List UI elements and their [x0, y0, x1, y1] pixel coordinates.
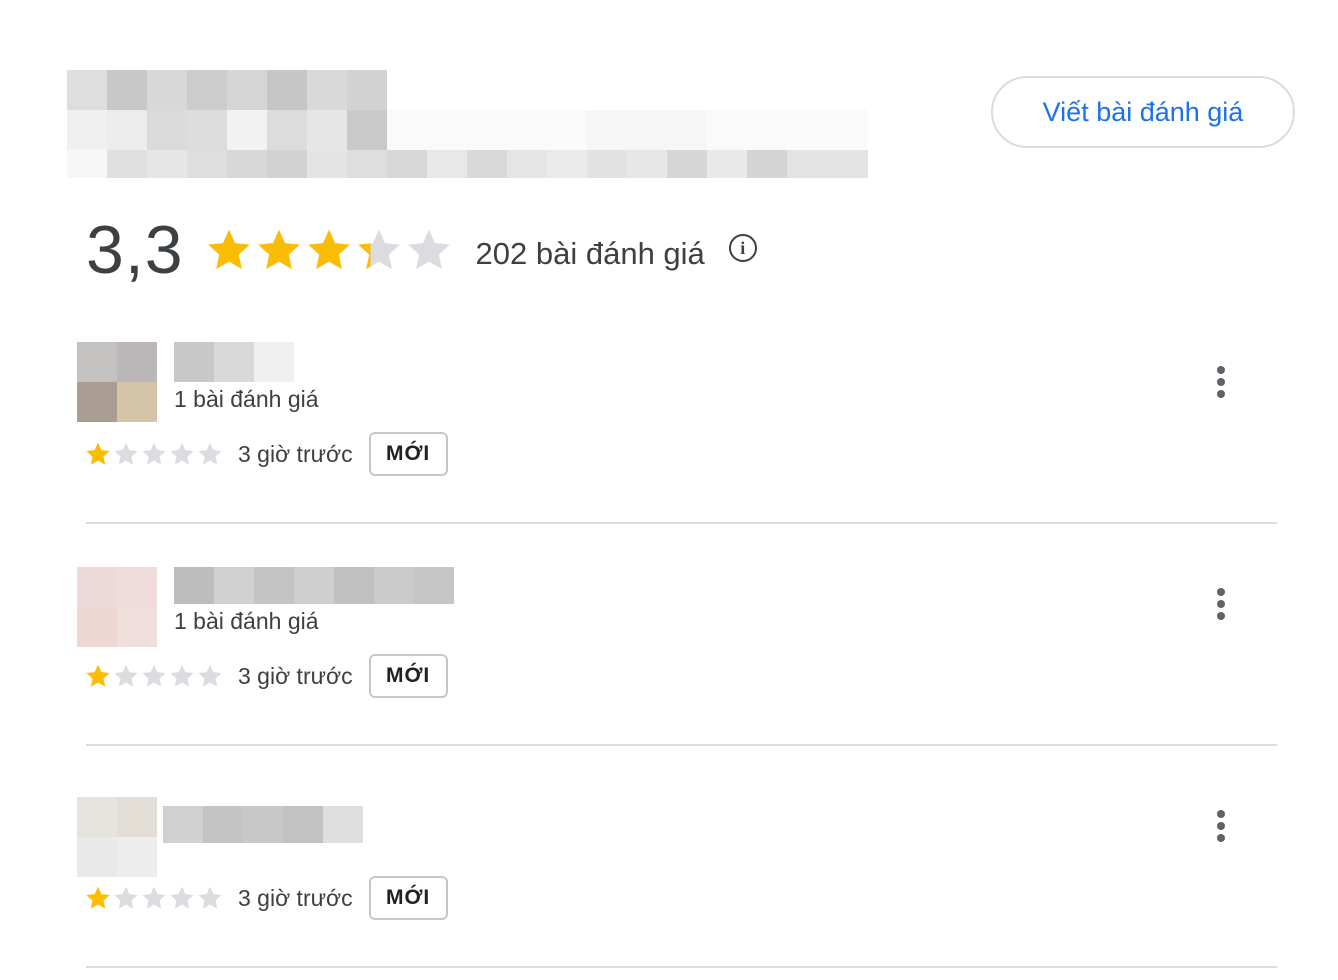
star-empty-icon — [114, 442, 138, 465]
review-item: 1 bài đánh giá 3 giờ trước MỚI — [0, 564, 1338, 786]
info-icon[interactable]: i — [728, 234, 757, 262]
review-star-rating — [84, 440, 224, 468]
star-empty-icon — [407, 229, 450, 270]
blurred-reviewer-name[interactable] — [174, 342, 294, 382]
star-empty-icon — [198, 886, 222, 909]
review-time: 3 giờ trước — [238, 440, 353, 467]
avatar[interactable] — [77, 342, 157, 422]
star-empty-icon — [170, 442, 194, 465]
star-filled-icon — [257, 229, 300, 270]
new-badge: MỚI — [368, 432, 448, 476]
review-rating-row: 3 giờ trước MỚI — [84, 653, 448, 699]
blurred-place-title — [67, 70, 868, 178]
review-count[interactable]: 202 bài đánh giá — [476, 236, 705, 272]
average-star-rating — [204, 225, 454, 275]
review-rating-row: 3 giờ trước MỚI — [84, 875, 448, 921]
new-badge: MỚI — [368, 876, 448, 920]
star-empty-icon — [142, 664, 166, 687]
write-review-button[interactable]: Viết bài đánh giá — [991, 76, 1295, 148]
avatar[interactable] — [77, 567, 157, 647]
star-empty-icon — [198, 442, 222, 465]
review-star-rating — [84, 662, 224, 690]
new-badge: MỚI — [368, 654, 448, 698]
rating-summary: 3,3 202 bài đánh giá i — [86, 210, 757, 290]
more-options-icon[interactable] — [1207, 584, 1235, 624]
star-empty-icon — [170, 664, 194, 687]
reviewer-meta: 1 bài đánh giá — [174, 608, 319, 634]
star-filled-icon — [307, 229, 350, 270]
star-empty-icon — [170, 886, 194, 909]
star-half-icon — [357, 229, 400, 270]
review-time: 3 giờ trước — [238, 884, 353, 911]
blurred-reviewer-name[interactable] — [163, 806, 363, 843]
star-empty-icon — [114, 664, 138, 687]
star-filled-icon — [86, 886, 110, 909]
star-filled-icon — [207, 229, 250, 270]
divider — [86, 522, 1277, 524]
average-rating: 3,3 — [86, 212, 184, 288]
more-options-icon[interactable] — [1207, 806, 1235, 846]
more-options-icon[interactable] — [1207, 362, 1235, 402]
star-empty-icon — [142, 886, 166, 909]
reviewer-meta: 1 bài đánh giá — [174, 386, 319, 412]
star-empty-icon — [198, 664, 222, 687]
avatar[interactable] — [77, 797, 157, 877]
review-item: 3 giờ trước MỚI — [0, 786, 1338, 980]
star-empty-icon — [114, 886, 138, 909]
review-rating-row: 3 giờ trước MỚI — [84, 431, 448, 477]
divider — [86, 744, 1277, 746]
divider — [86, 966, 1277, 968]
review-item: 1 bài đánh giá 3 giờ trước MỚI — [0, 342, 1338, 564]
star-filled-icon — [86, 442, 110, 465]
star-empty-icon — [142, 442, 166, 465]
blurred-reviewer-name[interactable] — [174, 567, 454, 604]
review-star-rating — [84, 884, 224, 912]
star-filled-icon — [86, 664, 110, 687]
review-time: 3 giờ trước — [238, 662, 353, 689]
